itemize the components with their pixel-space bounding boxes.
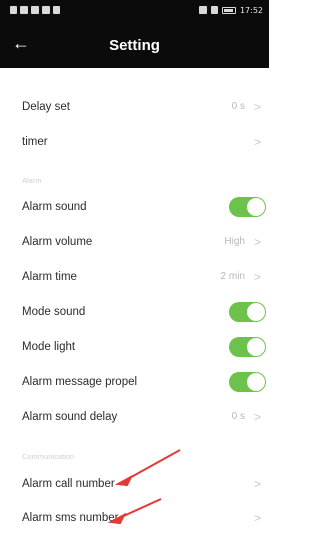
row-mode-light: Mode light [0, 330, 269, 364]
alarm-sound-toggle[interactable] [229, 197, 266, 217]
status-icons-right: 17:52 [198, 5, 263, 15]
row-label: timer [22, 136, 48, 148]
battery-icon [221, 6, 236, 14]
alarm-clock-icon [210, 6, 218, 14]
wifi-icon [31, 6, 39, 14]
row-delay-set[interactable]: Delay set 0 s > [0, 90, 269, 124]
row-alarm-time[interactable]: Alarm time 2 min > [0, 260, 269, 294]
row-value: 2 min [220, 271, 245, 282]
app-header: 17:52 ← Setting [0, 0, 269, 68]
row-label: Alarm sms number [22, 512, 119, 524]
chevron-right-icon: > [253, 410, 261, 424]
sim-icon [10, 6, 17, 14]
page-title: Setting [109, 37, 160, 54]
chevron-right-icon: > [253, 511, 261, 525]
row-alarm-volume[interactable]: Alarm volume High > [0, 225, 269, 259]
row-alarm-message-propel: Alarm message propel [0, 365, 269, 399]
section-header-communication: Communication [22, 452, 75, 461]
section-header-alarm: Alarm [22, 176, 42, 185]
row-label: Mode sound [22, 306, 86, 318]
toggle-knob [247, 198, 265, 216]
toggle-knob [247, 373, 265, 391]
status-bar: 17:52 [0, 0, 269, 20]
row-timer[interactable]: timer > [0, 125, 269, 159]
mode-sound-toggle[interactable] [229, 302, 266, 322]
status-icons-left [10, 5, 60, 15]
status-time: 17:52 [239, 5, 263, 15]
row-value: 0 s [231, 101, 245, 112]
chevron-right-icon: > [253, 477, 261, 491]
signal-icon [20, 6, 28, 14]
row-value: 0 s [231, 411, 245, 422]
chevron-right-icon: > [253, 270, 261, 284]
row-label: Delay set [22, 101, 70, 113]
toggle-knob [247, 303, 265, 321]
chevron-right-icon: > [253, 100, 261, 114]
row-alarm-sms-number[interactable]: Alarm sms number > [0, 501, 269, 535]
row-label: Alarm time [22, 271, 77, 283]
row-mode-sound: Mode sound [0, 295, 269, 329]
chevron-right-icon: > [253, 235, 261, 249]
row-label: Mode light [22, 341, 76, 353]
row-alarm-sound: Alarm sound [0, 190, 269, 224]
row-label: Alarm sound [22, 201, 87, 213]
toggle-knob [247, 338, 265, 356]
row-label: Alarm message propel [22, 376, 138, 388]
alarm-message-propel-toggle[interactable] [229, 372, 266, 392]
row-label: Alarm call number [22, 478, 115, 490]
row-label: Alarm sound delay [22, 411, 118, 423]
chevron-right-icon: > [253, 135, 261, 149]
row-value: High [224, 236, 245, 247]
nfc-icon [198, 6, 207, 14]
row-alarm-call-number[interactable]: Alarm call number > [0, 467, 269, 501]
mode-light-toggle[interactable] [229, 337, 266, 357]
heart-icon [42, 6, 50, 14]
home-icon [53, 6, 60, 14]
row-alarm-sound-delay[interactable]: Alarm sound delay 0 s > [0, 400, 269, 434]
row-label: Alarm volume [22, 236, 93, 248]
